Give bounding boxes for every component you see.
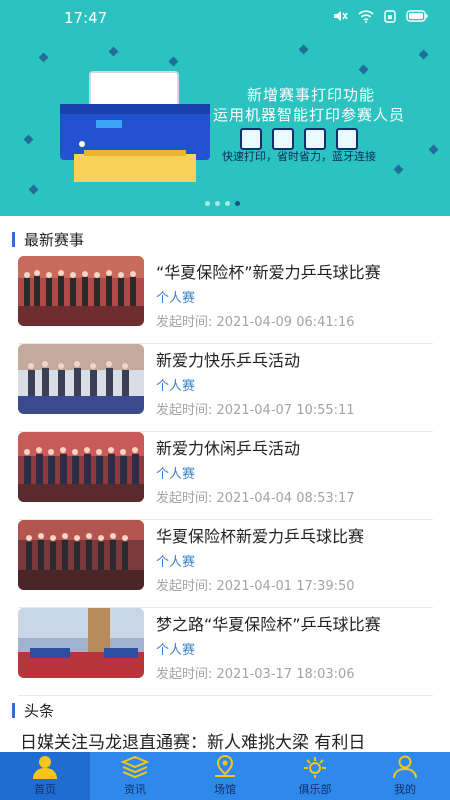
section-title: 最新赛事 — [24, 231, 85, 249]
promo-banner[interactable]: 新增赛事打印功能 运用机器智能打印参赛人员 快速打印，省时省力，蓝牙连接 — [0, 36, 450, 216]
keyboard-icon — [304, 128, 326, 150]
banner-title-line2: 运用机器智能打印参赛人员 — [213, 106, 406, 124]
event-thumbnail — [18, 256, 144, 326]
status-time: 17:47 — [64, 9, 108, 27]
event-time: 发起时间: 2021-03-17 18:03:06 — [156, 667, 355, 682]
event-title: 华夏保险杯新爱力乒乓球比赛 — [156, 527, 365, 546]
headline-item[interactable]: 日媒关注马龙退直通赛：新人难挑大梁 有利日 — [20, 728, 430, 753]
pagination-dot-active — [235, 201, 240, 206]
pagination-dot — [225, 201, 230, 206]
profile-icon — [393, 755, 417, 779]
tab-club[interactable]: 俱乐部 — [270, 752, 360, 800]
headlines-header: 头条 — [12, 700, 54, 721]
event-thumbnail — [18, 432, 144, 502]
section-accent-bar — [12, 703, 15, 718]
event-thumbnail — [18, 344, 144, 414]
printer-icon — [60, 71, 210, 182]
event-title: “华夏保险杯”新爱力乒乓球比赛 — [156, 263, 381, 282]
event-item[interactable]: “华夏保险杯”新爱力乒乓球比赛 个人赛 发起时间: 2021-04-09 06:… — [18, 256, 433, 344]
tab-profile[interactable]: 我的 — [360, 752, 450, 800]
banner-subtitle: 快速打印，省时省力，蓝牙连接 — [222, 150, 376, 163]
tab-label: 首页 — [34, 783, 56, 796]
event-type: 个人赛 — [156, 643, 196, 658]
event-title: 新爱力休闲乒乓活动 — [156, 439, 301, 458]
event-item[interactable]: 华夏保险杯新爱力乒乓球比赛 个人赛 发起时间: 2021-04-01 17:39… — [18, 520, 433, 608]
tab-label: 我的 — [394, 783, 416, 796]
globe-icon — [336, 128, 358, 150]
status-icons — [332, 9, 428, 23]
event-item[interactable]: 新爱力休闲乒乓活动 个人赛 发起时间: 2021-04-04 08:53:17 — [18, 432, 433, 520]
event-thumbnail — [18, 608, 144, 678]
home-icon — [33, 756, 57, 779]
banner-pagination — [205, 201, 240, 206]
event-time: 发起时间: 2021-04-09 06:41:16 — [156, 315, 355, 330]
banner-feature-icons — [240, 128, 358, 150]
section-title: 头条 — [24, 702, 55, 720]
event-title: 新爱力快乐乒乓活动 — [156, 351, 301, 370]
banner-title-line1: 新增赛事打印功能 — [247, 86, 376, 104]
event-type: 个人赛 — [156, 379, 196, 394]
pagination-dot — [205, 201, 210, 206]
event-type: 个人赛 — [156, 555, 196, 570]
news-icon — [121, 755, 149, 779]
tab-venue[interactable]: 场馆 — [180, 752, 270, 800]
copy-icon — [272, 128, 294, 150]
mute-icon — [334, 11, 348, 21]
venue-icon — [215, 755, 235, 777]
tab-label: 场馆 — [214, 783, 236, 796]
document-icon — [240, 128, 262, 150]
event-item[interactable]: 梦之路“华夏保险杯”乒乓球比赛 个人赛 发起时间: 2021-03-17 18:… — [18, 608, 433, 696]
latest-events-header: 最新赛事 — [12, 229, 84, 250]
tab-label: 资讯 — [124, 783, 146, 796]
bottom-tab-bar: 首页 资讯 场馆 俱乐部 我的 — [0, 752, 450, 800]
event-time: 发起时间: 2021-04-04 08:53:17 — [156, 491, 355, 506]
battery-icon — [406, 10, 428, 22]
event-item[interactable]: 新爱力快乐乒乓活动 个人赛 发起时间: 2021-04-07 10:55:11 — [18, 344, 433, 432]
tab-home[interactable]: 首页 — [0, 752, 90, 800]
event-type: 个人赛 — [156, 467, 196, 482]
event-time: 发起时间: 2021-04-01 17:39:50 — [156, 579, 355, 594]
section-accent-bar — [12, 232, 15, 247]
status-bar: 17:47 — [0, 0, 450, 36]
event-thumbnail — [18, 520, 144, 590]
sim-icon — [384, 9, 396, 23]
pagination-dot — [215, 201, 220, 206]
club-icon — [304, 757, 326, 778]
event-time: 发起时间: 2021-04-07 10:55:11 — [156, 403, 355, 418]
tab-label: 俱乐部 — [298, 783, 332, 796]
wifi-icon — [358, 9, 374, 23]
event-title: 梦之路“华夏保险杯”乒乓球比赛 — [156, 615, 381, 634]
tab-news[interactable]: 资讯 — [90, 752, 180, 800]
event-type: 个人赛 — [156, 291, 196, 306]
